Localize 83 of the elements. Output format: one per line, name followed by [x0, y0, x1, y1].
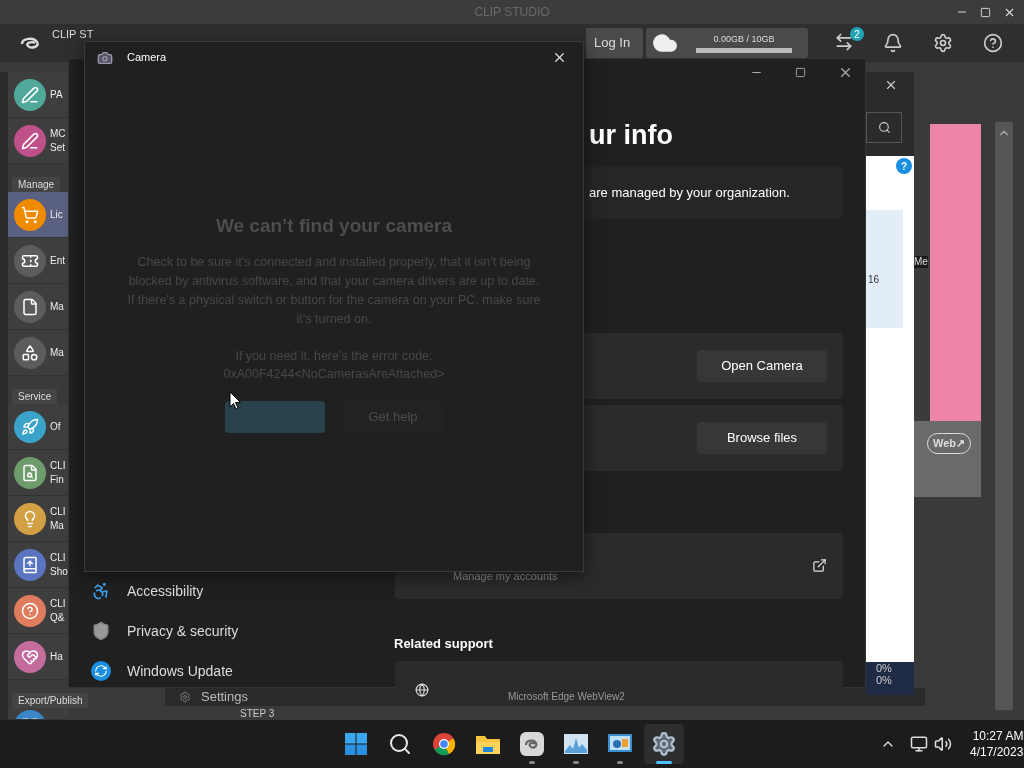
info-text: are managed by your organization.: [589, 184, 790, 203]
search-icon: [388, 732, 412, 756]
notifications-icon[interactable]: [883, 33, 903, 53]
maximize-icon[interactable]: [795, 67, 806, 78]
sidebar-item[interactable]: [8, 708, 68, 720]
taskbar-app[interactable]: [644, 724, 684, 764]
shield-icon: [91, 621, 111, 641]
login-button[interactable]: Log In: [586, 28, 643, 58]
external-link-icon[interactable]: [812, 558, 827, 573]
scrollbar[interactable]: [995, 122, 1013, 710]
app-entry: Microsoft Edge WebView2: [508, 691, 625, 703]
item-label: PA: [50, 87, 63, 102]
sidebar-item[interactable]: Ma: [8, 330, 68, 376]
help-badge[interactable]: ?: [896, 158, 912, 174]
item-label: CLI Fin: [50, 458, 66, 487]
cell-text: 16: [868, 273, 880, 287]
refresh-icon: [91, 661, 111, 681]
section-label: Export/Publish: [12, 693, 89, 708]
percent-value: 0%: [876, 675, 892, 686]
section-heading: Related support: [394, 635, 493, 653]
browser-icon: [432, 732, 456, 756]
item-label: CLI Sho: [50, 550, 68, 579]
performance-chart-icon: [563, 733, 589, 755]
item-label: CLI Ma: [50, 504, 66, 533]
settings-icon[interactable]: [933, 33, 953, 53]
remote-desktop-icon: [607, 733, 633, 755]
sidebar-item[interactable]: CLI Fin: [8, 450, 68, 496]
network-icon[interactable]: [910, 735, 928, 753]
running-indicator: [573, 761, 579, 764]
cursor-icon: [229, 391, 242, 410]
item-label: Ha: [50, 649, 63, 664]
sidebar-item[interactable]: Ha: [8, 634, 68, 680]
open-camera-button[interactable]: Open Camera: [697, 350, 827, 382]
page-heading: ur info: [589, 119, 673, 152]
settings-label: Settings: [201, 690, 248, 704]
cut-text: Me: [914, 256, 928, 268]
nav-item[interactable]: Accessibility: [127, 580, 204, 602]
sidebar-item[interactable]: Lic: [8, 192, 68, 238]
item-label: CLI Q&: [50, 596, 66, 625]
item-label: Ma: [50, 345, 64, 360]
browse-files-button[interactable]: Browse files: [697, 422, 827, 454]
search-icon[interactable]: [877, 121, 891, 134]
item-label: MC Set: [50, 126, 66, 155]
sidebar-item[interactable]: PA: [8, 72, 68, 118]
section-label: Service: [12, 389, 58, 404]
storage-panel[interactable]: 0.00GB / 10GB: [646, 28, 808, 58]
clock-time[interactable]: 10:27 AM: [972, 728, 1024, 744]
sidebar-item[interactable]: Of: [8, 404, 68, 450]
windows-start-icon: [344, 732, 368, 756]
nav-item[interactable]: Windows Update: [127, 660, 233, 682]
item-label: Of: [50, 419, 61, 434]
close-icon[interactable]: [552, 50, 567, 65]
running-indicator: [617, 761, 623, 764]
globe-icon: [415, 683, 429, 697]
close-icon[interactable]: [838, 65, 853, 80]
sidebar-item[interactable]: Ma: [8, 284, 68, 330]
step-label: STEP 3: [240, 708, 275, 719]
camera-icon: [97, 49, 113, 66]
window-title: Camera: [127, 50, 167, 66]
item-label: Ma: [50, 299, 64, 314]
gear-icon: [651, 731, 677, 757]
sidebar-item[interactable]: MC Set: [8, 118, 68, 164]
sidebar-item[interactable]: Ent: [8, 238, 68, 284]
volume-icon[interactable]: [934, 735, 952, 753]
help-icon[interactable]: [983, 33, 1003, 53]
gear-icon: [179, 691, 191, 703]
running-indicator: [656, 761, 672, 764]
running-indicator: [529, 761, 535, 764]
section-label: Manage: [12, 177, 61, 192]
sidebar-item[interactable]: CLI Ma: [8, 496, 68, 542]
swirl-logo-icon: [519, 731, 545, 757]
sync-icon[interactable]: [834, 32, 854, 52]
nav-item[interactable]: Privacy & security: [127, 620, 239, 642]
sidebar-item[interactable]: CLI Q&: [8, 588, 68, 634]
app-name: CLIP ST: [52, 28, 94, 40]
storage-usage: 0.00GB / 10GB: [713, 33, 775, 47]
sidebar-item[interactable]: CLI Sho: [8, 542, 68, 588]
item-label: Lic: [50, 207, 63, 222]
close-icon[interactable]: [884, 78, 898, 92]
clock-date[interactable]: 4/17/2023: [970, 744, 1024, 760]
accessibility-icon: [91, 581, 111, 601]
item-label: Ent: [50, 253, 65, 268]
percent-value: 0%: [876, 663, 892, 674]
